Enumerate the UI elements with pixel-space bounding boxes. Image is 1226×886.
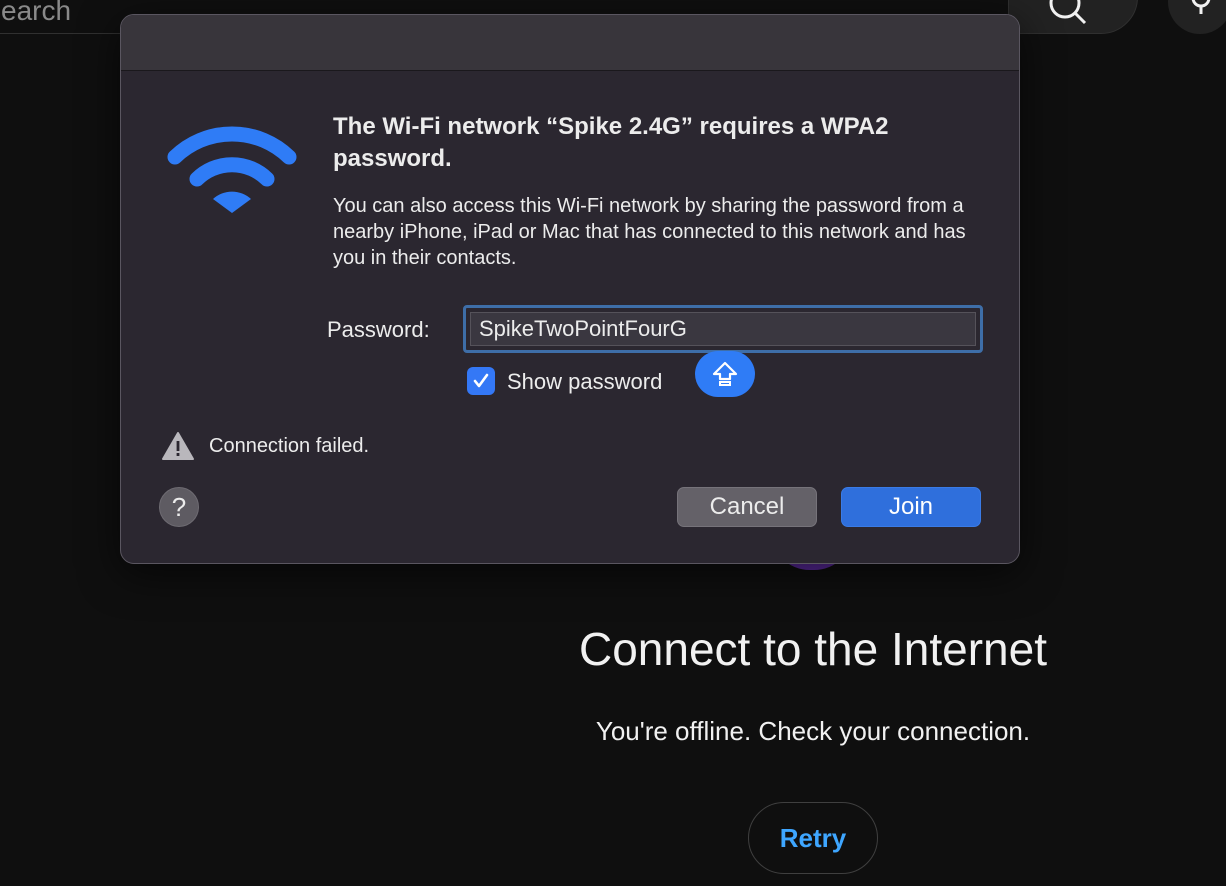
search-button[interactable] (1008, 0, 1138, 34)
retry-button[interactable]: Retry (748, 802, 878, 874)
warning-icon (162, 432, 194, 460)
password-field-inner (470, 312, 976, 346)
connection-status: Connection failed. (209, 435, 370, 457)
password-input[interactable] (479, 316, 879, 342)
search-placeholder: earch (1, 0, 72, 26)
wifi-icon (167, 126, 297, 213)
password-field[interactable] (463, 305, 983, 353)
offline-title: Connect to the Internet (579, 623, 1047, 675)
join-button[interactable]: Join (841, 487, 981, 527)
dialog-title: The Wi-Fi network “Spike 2.4G” requires … (333, 113, 889, 172)
show-password-label[interactable]: Show password (507, 369, 662, 395)
checkmark-icon (473, 373, 489, 388)
search-icon (1049, 0, 1087, 25)
caps-lock-indicator (695, 351, 755, 397)
password-label: Password: (327, 317, 430, 342)
caps-lock-icon (712, 361, 738, 386)
dialog-titlebar (121, 15, 1019, 71)
cancel-button[interactable]: Cancel (677, 487, 817, 527)
show-password-checkbox[interactable] (467, 367, 495, 395)
wifi-password-dialog: The Wi-Fi network “Spike 2.4G” requires … (120, 14, 1020, 564)
mic-icon (1191, 0, 1211, 14)
dialog-description: You can also access this Wi-Fi network b… (333, 195, 966, 269)
voice-search-button[interactable] (1168, 0, 1226, 34)
offline-subtitle: You're offline. Check your connection. (595, 716, 1031, 746)
help-button[interactable]: ? (159, 487, 199, 527)
